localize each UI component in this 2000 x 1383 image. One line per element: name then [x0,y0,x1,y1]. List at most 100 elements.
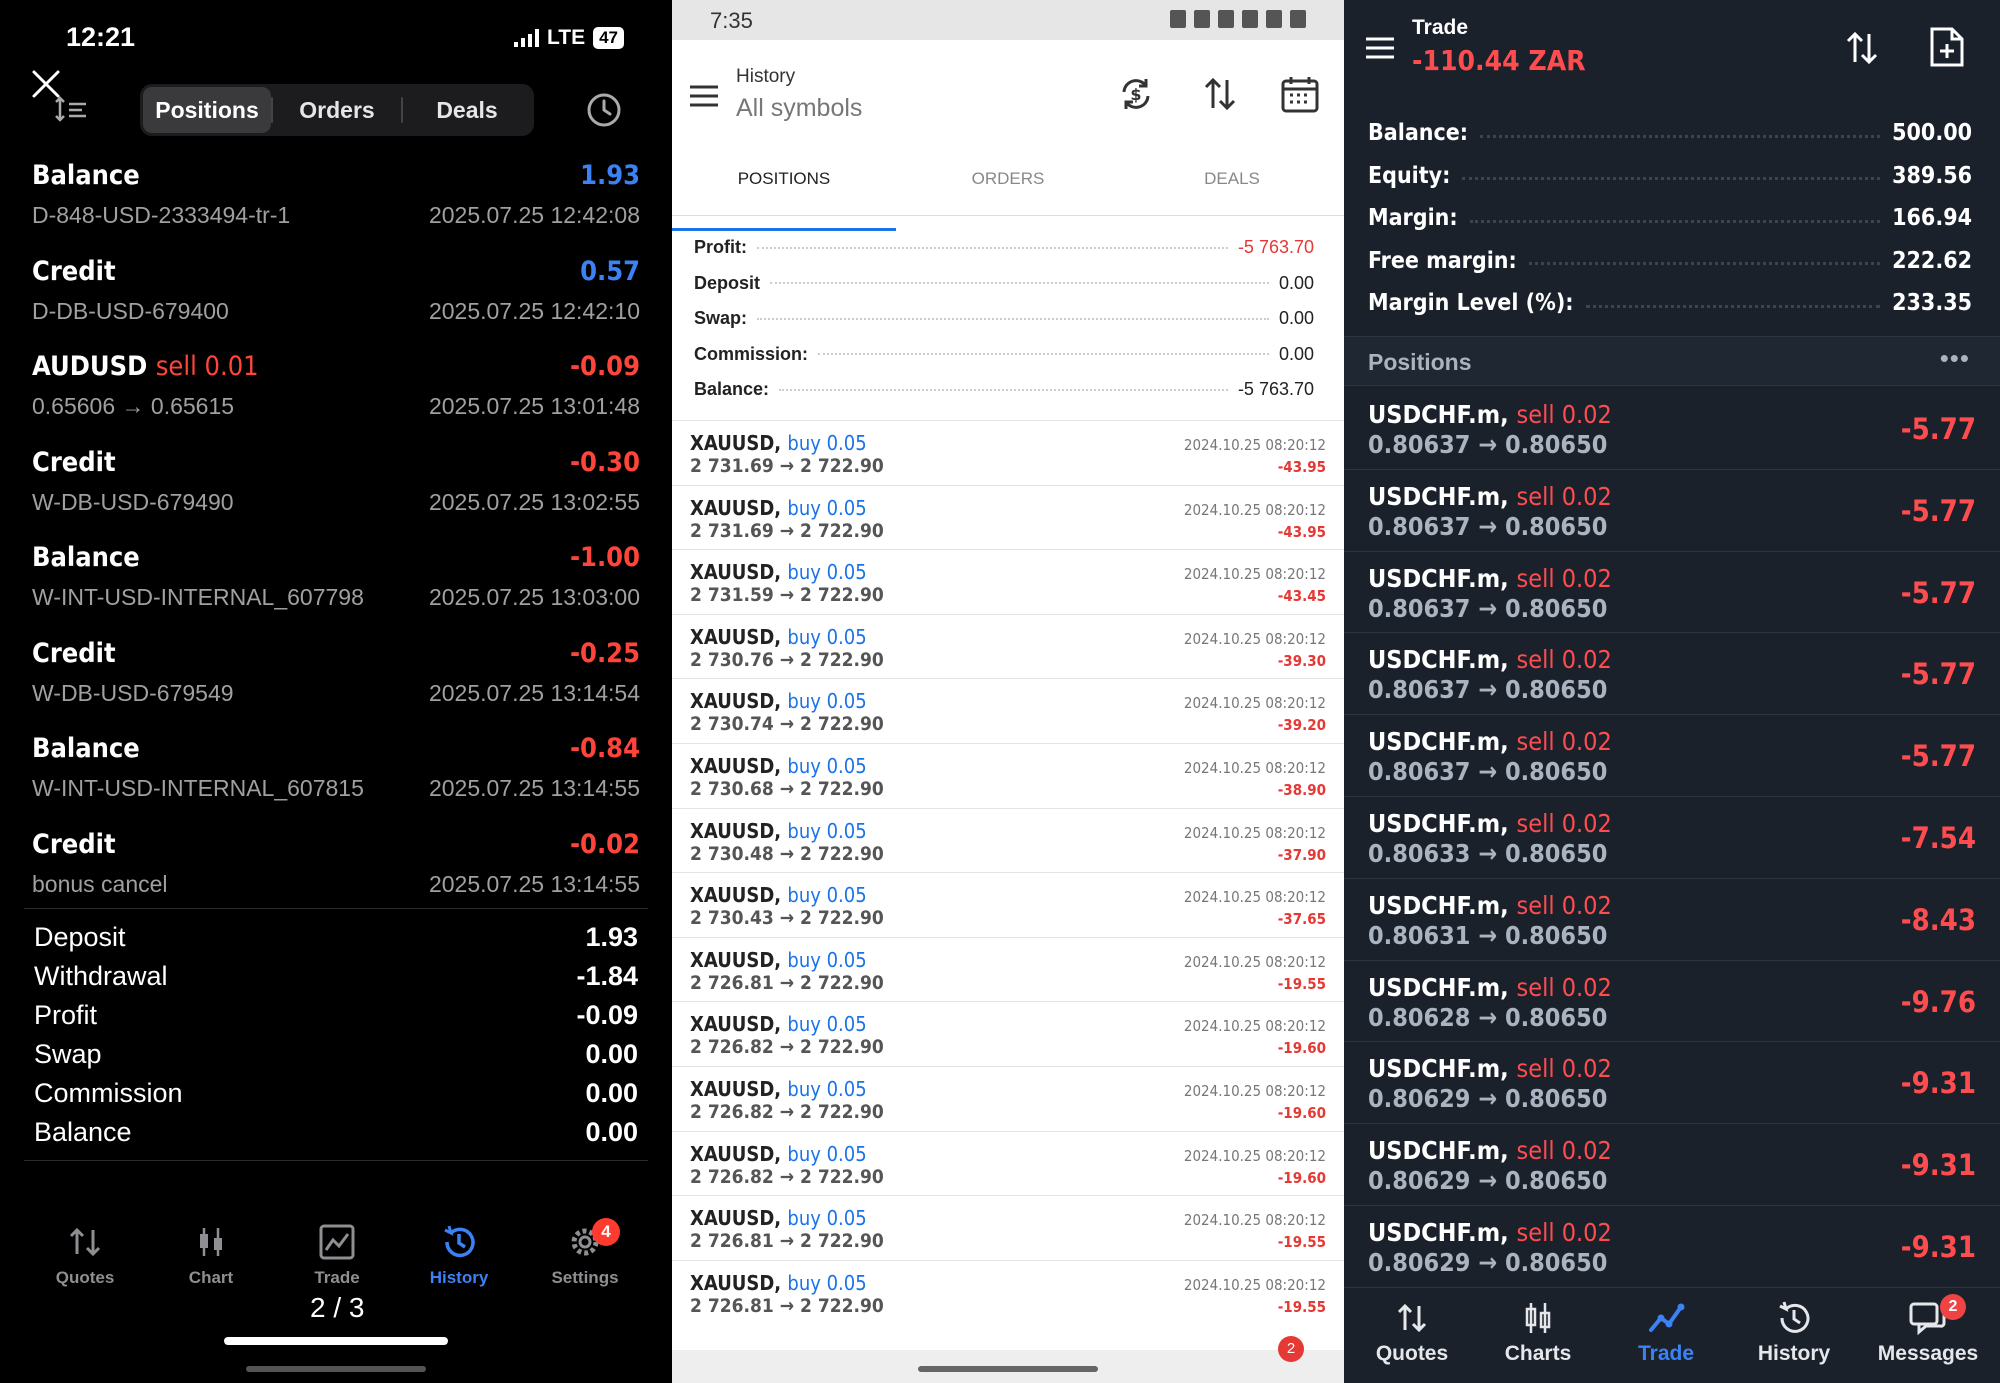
row-date: 2025.07.25 13:14:54 [428,679,640,706]
nav-quotes[interactable]: Quotes [1352,1298,1472,1366]
row-profit: -9.31 [1900,1148,1976,1183]
history-position-row[interactable]: XAUUSD, buy 0.05 2 731.69 → 2 722.90 2024.… [672,484,1344,550]
open-position-row[interactable]: USDCHF.m, sell 0.02 0.80633 → 0.80650 -7.5… [1344,797,2000,879]
menu-icon[interactable] [1364,36,1396,60]
row-profit: -19.60 [1277,1168,1326,1187]
segment-orders[interactable]: Orders [273,87,401,133]
history-position-row[interactable]: XAUUSD, buy 0.05 2 731.59 → 2 722.90 2024.… [672,549,1344,614]
open-position-row[interactable]: USDCHF.m, sell 0.02 0.80631 → 0.80650 -8.4… [1344,879,2000,961]
row-side: sell 0.02 [1516,808,1612,838]
row-profit: -9.31 [1900,1066,1976,1101]
nav-messages[interactable]: Messages 2 [1868,1294,1988,1366]
open-position-row[interactable]: USDCHF.m, sell 0.02 0.80637 → 0.80650 -5.7… [1344,552,2000,634]
tab-settings[interactable]: Settings 4 [530,1218,640,1288]
history-icon [444,1225,475,1258]
segment-deals[interactable]: Deals [403,87,531,133]
tab-chart[interactable]: Chart [156,1222,266,1288]
tab-orders[interactable]: ORDERS [896,158,1120,215]
row-date: 2025.07.25 12:42:10 [428,297,640,324]
divider [24,908,648,909]
summary-deposit: Deposit 0.00 [694,272,1314,293]
row-symbol: USDCHF.m, sell 0.02 [1368,645,1612,675]
open-position-row[interactable]: USDCHF.m, sell 0.02 0.80637 → 0.80650 -5.7… [1344,470,2000,552]
history-position-row[interactable]: XAUUSD, buy 0.05 2 730.48 → 2 722.90 2024.… [672,807,1344,873]
row-date: 2024.10.25 08:20:12 [1183,1081,1326,1100]
open-position-row[interactable]: USDCHF.m, sell 0.02 0.80629 → 0.80650 -9.3… [1344,1206,2000,1288]
network-type: LTE [546,26,586,49]
history-position-row[interactable]: XAUUSD, buy 0.05 2 726.81 → 2 722.90 2024.… [672,936,1344,1002]
open-position-row[interactable]: USDCHF.m, sell 0.02 0.80629 → 0.80650 -9.3… [1344,1124,2000,1206]
history-row[interactable]: Balance -1.00 W-INT-USD-INTERNAL_607798 … [32,538,640,634]
segment-positions[interactable]: Positions [143,87,271,133]
sort-icon[interactable] [54,96,88,124]
history-position-row[interactable]: XAUUSD, buy 0.05 2 731.69 → 2 722.90 2024.… [672,420,1344,485]
history-position-row[interactable]: XAUUSD, buy 0.05 2 730.74 → 2 722.90 2024.… [672,678,1344,743]
history-position-row[interactable]: XAUUSD, buy 0.05 2 726.82 → 2 722.90 2024.… [672,1001,1344,1066]
row-symbol: USDCHF.m, sell 0.02 [1368,481,1612,511]
sort-icon[interactable] [1842,28,1882,68]
row-comment: W-DB-USD-679549 [32,679,234,706]
history-row[interactable]: Balance -0.84 W-INT-USD-INTERNAL_607815 … [32,729,640,825]
quotes-icon [1397,1303,1427,1333]
row-prices: 2 726.81 → 2 722.90 [690,1230,884,1253]
divider [24,1160,648,1161]
history-row[interactable]: AUDUSD sell 0.01 -0.09 0.65606 → 0.65615… [32,347,640,443]
currency-refresh-icon[interactable]: $ [1116,74,1156,114]
history-summary: Deposit 1.93 Withdrawal -1.84 Profit -0.09 … [34,918,638,1152]
history-position-row[interactable]: XAUUSD, buy 0.05 2 730.68 → 2 722.90 2024.… [672,742,1344,808]
history-row[interactable]: Credit -0.25 W-DB-USD-679549 2025.07.25 … [32,634,640,730]
nav-history[interactable]: History [1734,1298,1854,1366]
history-segmented-control: Positions Orders Deals [140,84,534,136]
history-position-row[interactable]: XAUUSD, buy 0.05 2 730.76 → 2 722.90 2024.… [672,613,1344,679]
summary-swap: Swap: 0.00 [694,308,1314,329]
open-position-row[interactable]: USDCHF.m, sell 0.02 0.80628 → 0.80650 -9.7… [1344,961,2000,1043]
tab-history[interactable]: History [404,1222,514,1288]
row-prices: 0.80637 → 0.80650 [1368,757,1608,787]
new-order-icon[interactable] [1928,26,1966,68]
tab-trade[interactable]: Trade [282,1222,392,1288]
row-title: Credit [32,255,116,287]
history-position-row[interactable]: XAUUSD, buy 0.05 2 726.82 → 2 722.90 2024.… [672,1130,1344,1196]
row-profit: -37.65 [1277,910,1326,929]
calendar-icon[interactable] [1280,74,1320,114]
nav-trade[interactable]: Trade [1606,1298,1726,1366]
row-date: 2024.10.25 08:20:12 [1183,565,1326,584]
clock-icon[interactable] [586,92,622,128]
home-indicator-secondary [246,1366,426,1372]
row-profit: -5.77 [1900,412,1976,446]
history-position-row[interactable]: XAUUSD, buy 0.05 2 726.81 → 2 722.90 2024.… [672,1259,1344,1325]
tab-positions[interactable]: POSITIONS [672,158,896,231]
history-position-row[interactable]: XAUUSD, buy 0.05 2 726.81 → 2 722.90 2024.… [672,1195,1344,1260]
tab-quotes[interactable]: Quotes [30,1222,140,1288]
summary-profit: Profit: -5 763.70 [694,237,1314,258]
open-position-row[interactable]: USDCHF.m, sell 0.02 0.80629 → 0.80650 -9.3… [1344,1042,2000,1125]
summary-commission: Commission 0.00 [34,1078,638,1108]
history-position-row[interactable]: XAUUSD, buy 0.05 2 730.43 → 2 722.90 2024.… [672,872,1344,937]
row-amount: 0.57 [580,255,640,287]
history-row[interactable]: Balance 1.93 D-848-USD-2333494-tr-1 2025… [32,156,640,252]
history-row[interactable]: Credit -0.30 W-DB-USD-679490 2025.07.25 … [32,443,640,539]
row-symbol: XAUUSD, buy 0.05 [690,1076,867,1101]
more-icon[interactable]: ••• [1940,343,1970,374]
row-prices: 0.80637 → 0.80650 [1368,675,1608,705]
panel-trade: Trade -110.44 ZAR Balance: 500.00 Equity:… [1344,0,2000,1383]
row-side: buy 0.05 [787,624,867,649]
history-position-row[interactable]: XAUUSD, buy 0.05 2 726.82 → 2 722.90 2024.… [672,1065,1344,1131]
account-equity: Equity: 389.56 [1368,162,1972,189]
history-summary: Profit: -5 763.70 Deposit 0.00 Swap: 0.00 C… [694,230,1314,408]
tab-deals[interactable]: DEALS [1120,158,1344,215]
nav-charts[interactable]: Charts [1478,1298,1598,1366]
open-position-row[interactable]: USDCHF.m, sell 0.02 0.80637 → 0.80650 -5.7… [1344,715,2000,797]
history-row[interactable]: Credit -0.02 bonus cancel 2025.07.25 13:… [32,825,640,921]
page-indicator: 2 / 3 [310,1292,365,1323]
open-position-row[interactable]: USDCHF.m, sell 0.02 0.80637 → 0.80650 -5.7… [1344,633,2000,716]
row-side: sell 0.02 [1516,972,1612,1002]
history-row[interactable]: Credit 0.57 D-DB-USD-679400 2025.07.25 1… [32,252,640,348]
sort-icon[interactable] [1200,74,1240,114]
row-profit: -9.31 [1900,1229,1976,1264]
row-prices: 0.80628 → 0.80650 [1368,1002,1608,1032]
row-date: 2025.07.25 13:03:00 [428,584,640,610]
menu-icon[interactable] [688,84,720,108]
open-position-row[interactable]: USDCHF.m, sell 0.02 0.80637 → 0.80650 -5.7… [1344,388,2000,470]
symbol-filter[interactable]: All symbols [736,94,862,123]
